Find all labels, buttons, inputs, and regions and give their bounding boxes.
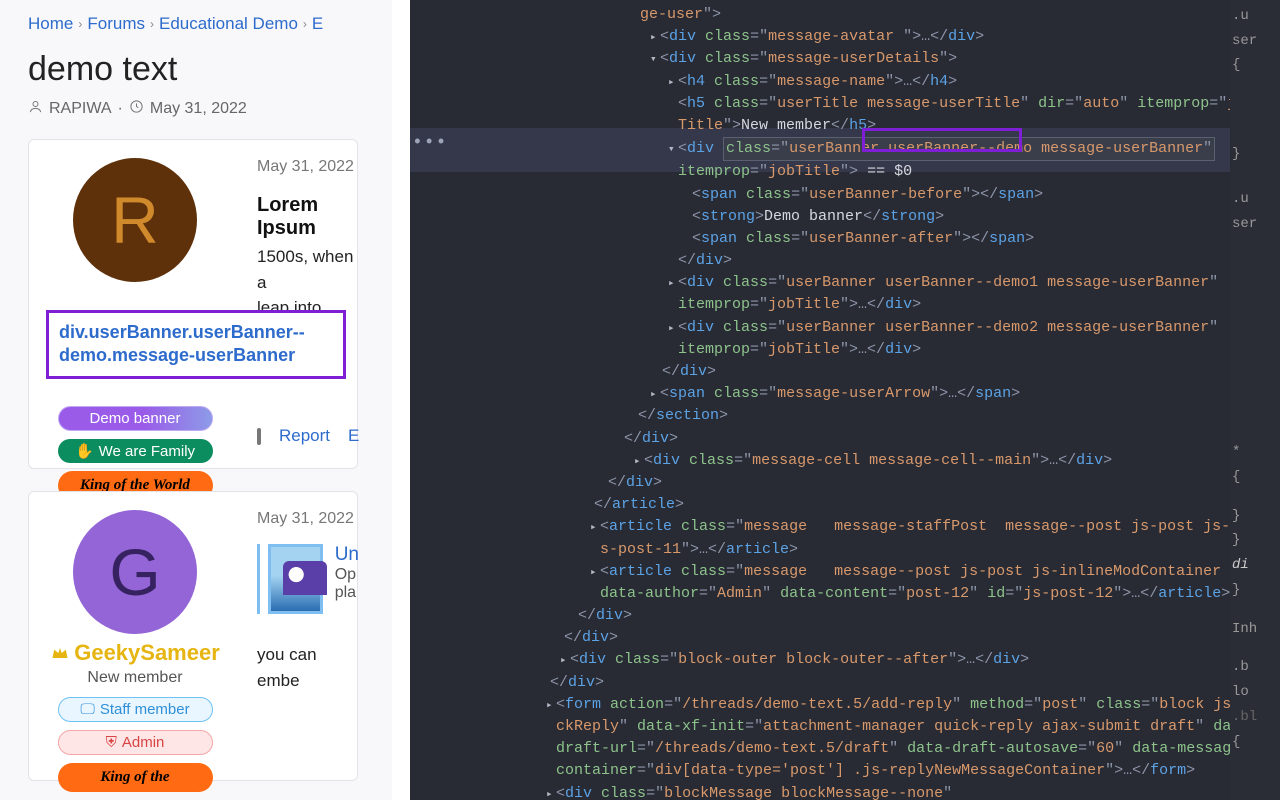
chevron-right-icon: › [303, 17, 307, 31]
style-rule: { [1232, 732, 1278, 753]
style-rule: } [1232, 144, 1278, 165]
dom-tree[interactable]: ge-user"> <div class="message-avatar ">…… [410, 0, 1230, 800]
style-rule: .u [1232, 6, 1278, 27]
style-rule: } [1232, 506, 1278, 527]
edit-link[interactable]: E [348, 426, 359, 446]
style-rule: * [1232, 442, 1278, 463]
staff-banner-label: Staff member [100, 701, 190, 718]
breadcrumb-forums[interactable]: Forums [87, 14, 145, 34]
username[interactable]: GeekySameer [50, 640, 220, 666]
devtools-pane: ••• ge-user"> <div class="message-avatar… [410, 0, 1280, 800]
hand-wave-icon: ✋ [75, 442, 94, 460]
clock-icon [129, 99, 144, 119]
post-date: May 31, 2022 [257, 510, 354, 528]
staff-banner: 🖵 Staff member [58, 697, 213, 722]
username-label: GeekySameer [74, 640, 220, 666]
embed-title[interactable]: Un [335, 544, 359, 566]
post-date: May 31, 2022 [150, 100, 247, 118]
selector-tooltip: div.userBanner.userBanner--demo.message-… [46, 310, 346, 379]
post-date: May 31, 2022 [257, 158, 354, 176]
admin-banner-label: Admin [122, 734, 165, 751]
author-name[interactable]: RAPIWA [49, 100, 112, 118]
style-rule: .b [1232, 657, 1278, 678]
byline: RAPIWA · May 31, 2022 [28, 99, 392, 139]
style-rule: { [1232, 467, 1278, 488]
monitor-icon: 🖵 [80, 701, 94, 718]
breadcrumb-home[interactable]: Home [28, 14, 73, 34]
user-icon [28, 99, 43, 119]
demo-banner: Demo banner [58, 406, 213, 431]
family-banner-label: We are Family [99, 443, 195, 460]
style-rule: Inh [1232, 619, 1278, 640]
embed-thumbnail[interactable] [268, 544, 323, 614]
post-card: R Demo banner ✋ We are Family King of th… [28, 139, 358, 469]
crown-icon [50, 643, 70, 663]
post-text: you can embe [257, 642, 359, 693]
styles-panel[interactable]: .u ser { } .u ser * { } } di } Inh .b lo… [1230, 0, 1280, 800]
page-title: demo text [28, 42, 392, 99]
style-rule: di [1232, 555, 1278, 576]
avatar[interactable]: R [73, 158, 197, 282]
style-rule: .bl [1232, 707, 1278, 728]
checkbox[interactable] [257, 428, 261, 445]
breadcrumb-edu[interactable]: Educational Demo [159, 14, 298, 34]
report-link[interactable]: Report [279, 426, 330, 446]
breadcrumb: Home › Forums › Educational Demo › E [28, 0, 392, 42]
admin-banner: ⛨ Admin [58, 730, 213, 755]
style-rule: ser [1232, 31, 1278, 52]
style-rule: { [1232, 55, 1278, 76]
member-role: New member [87, 669, 182, 687]
style-rule: } [1232, 580, 1278, 601]
shield-icon: ⛨ [106, 734, 117, 751]
style-rule: ser [1232, 214, 1278, 235]
highlight-box [862, 128, 1022, 152]
king-banner: King of the [58, 763, 213, 792]
embed-sub: Op [335, 566, 359, 584]
style-rule: .u [1232, 189, 1278, 210]
style-rule: } [1232, 530, 1278, 551]
avatar[interactable]: G [73, 510, 197, 634]
chevron-right-icon: › [150, 17, 154, 31]
post-card: G GeekySameer New member 🖵 Staff member … [28, 491, 358, 781]
post-title: Lorem Ipsum [257, 194, 359, 240]
family-banner: ✋ We are Family [58, 439, 213, 463]
embed-sub: pla [335, 584, 359, 602]
chevron-right-icon: › [78, 17, 82, 31]
post-text: 1500s, when a [257, 244, 359, 295]
style-rule: lo [1232, 682, 1278, 703]
breadcrumb-trail[interactable]: E [312, 14, 323, 34]
forum-pane: Home › Forums › Educational Demo › E dem… [0, 0, 392, 800]
